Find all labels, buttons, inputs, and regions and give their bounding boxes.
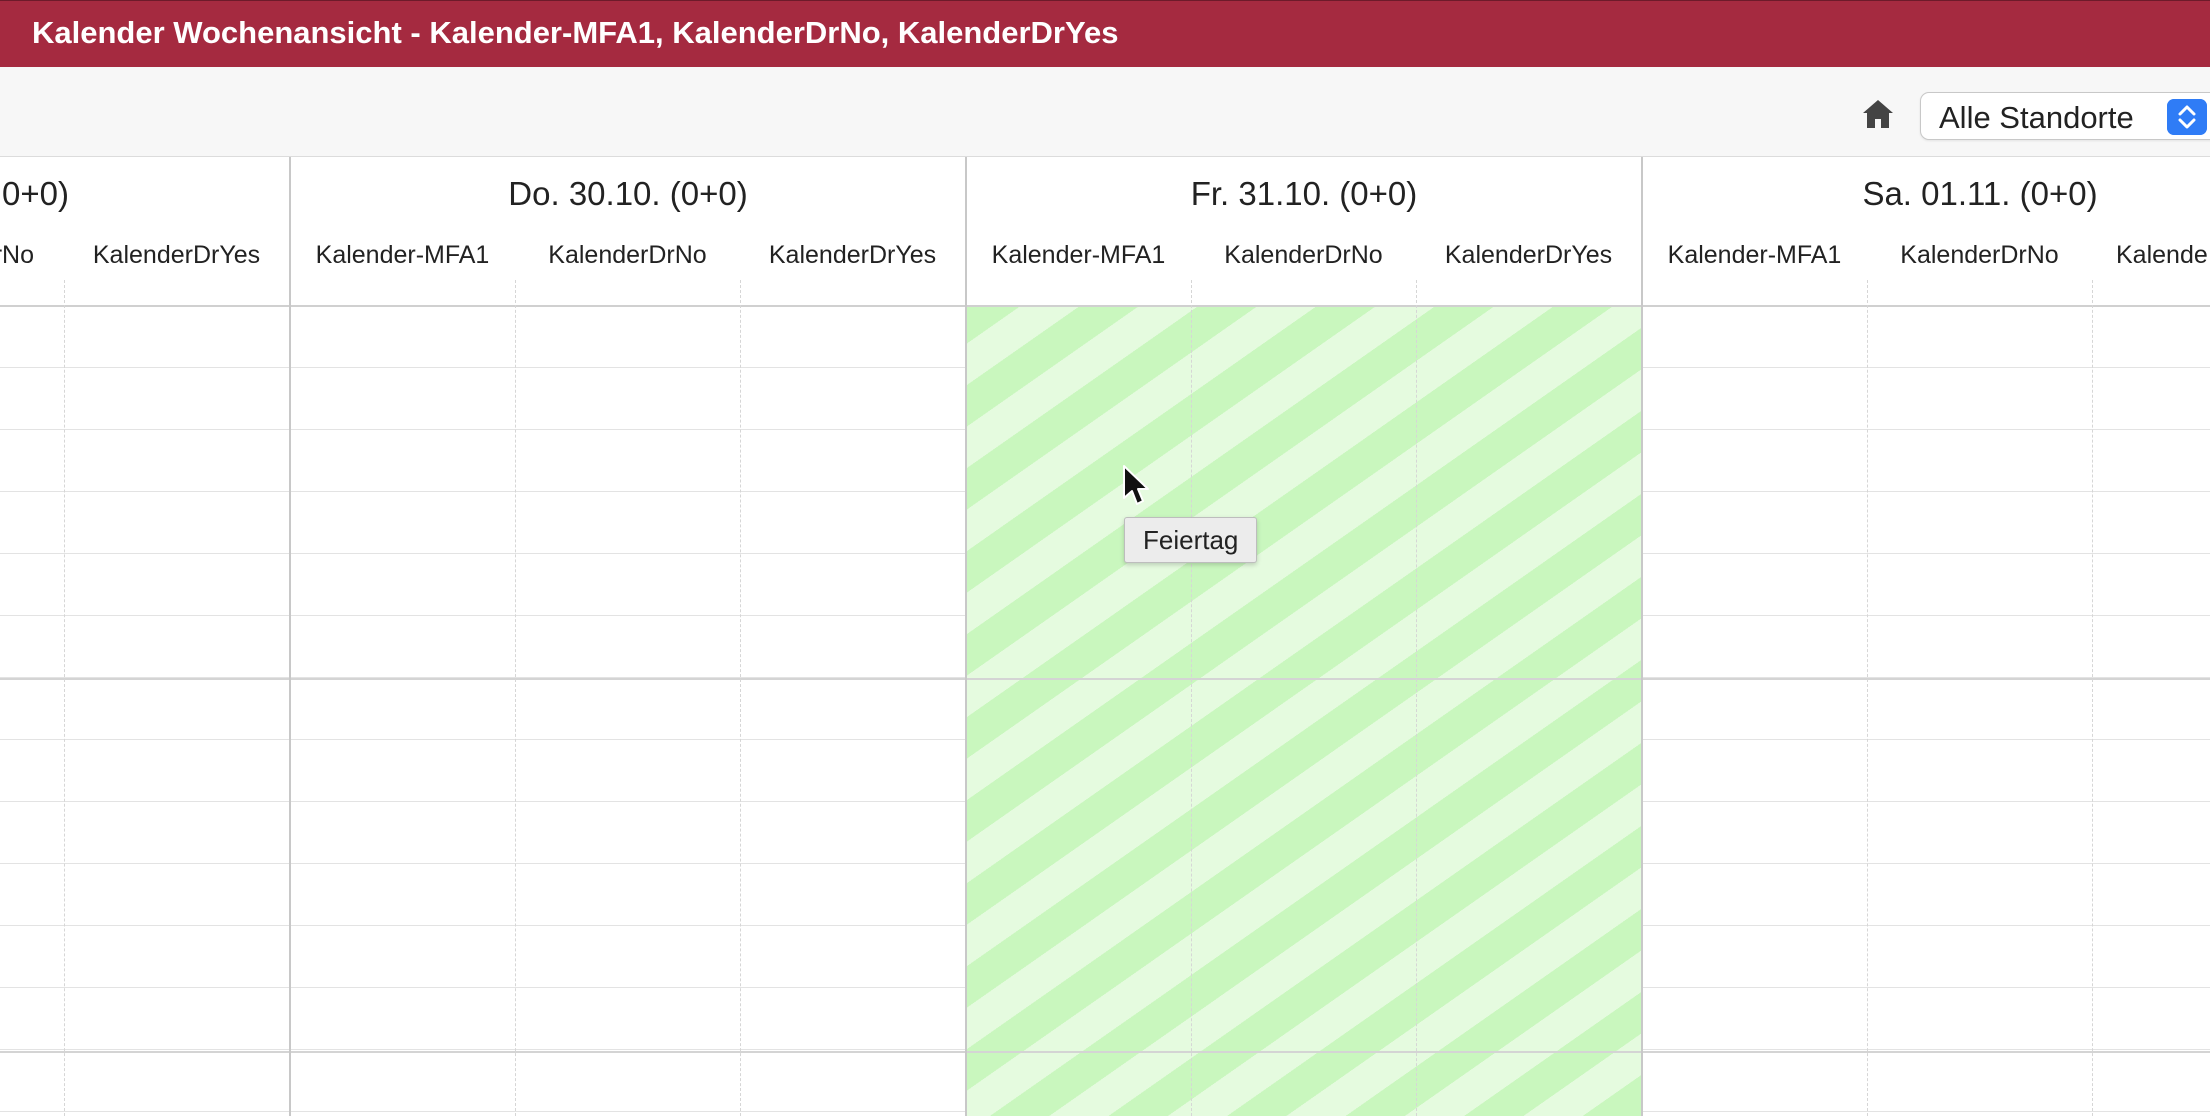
resource-divider [1191, 280, 1192, 1116]
resource-header[interactable]: KalenderDrNo [1867, 241, 2092, 270]
hour-line [0, 1051, 2210, 1053]
location-select[interactable]: Alle Standorte [1920, 92, 2210, 140]
resource-header[interactable]: KalenderDrYes [1416, 241, 1641, 270]
resource-header[interactable]: rNo [0, 241, 64, 270]
day-header[interactable]: Do. 30.10. (0+0) [290, 175, 966, 213]
resource-header[interactable]: Kalender-MFA1 [1642, 241, 1867, 270]
resource-divider [740, 280, 741, 1116]
resource-divider [515, 280, 516, 1116]
mouse-cursor-icon [1123, 465, 1149, 505]
holiday-tooltip: Feiertag [1124, 517, 1258, 563]
day-header[interactable]: Sa. 01.11. (0+0) [1642, 175, 2210, 213]
day-divider [1641, 157, 1643, 1116]
resource-header[interactable]: KalenderDrYes [740, 241, 965, 270]
resource-header[interactable]: KalenderDrNo [515, 241, 740, 270]
window-title-bar: Kalender Wochenansicht - Kalender-MFA1, … [0, 0, 2210, 67]
resource-header[interactable]: KalenderDrNo [1191, 241, 1416, 270]
resource-header[interactable]: KalenderDrYes [64, 241, 289, 270]
header-separator [0, 305, 2210, 307]
resource-header[interactable]: Kalender-MFA1 [966, 241, 1191, 270]
select-stepper-icon [2167, 99, 2207, 135]
calendar-week-view: 0+0) Do. 30.10. (0+0) Fr. 31.10. (0+0) S… [0, 157, 2210, 1116]
day-divider [965, 157, 967, 1116]
resource-header[interactable]: Kalender-MFA1 [290, 241, 515, 270]
day-header[interactable]: Fr. 31.10. (0+0) [966, 175, 1642, 213]
resource-divider [2092, 280, 2093, 1116]
day-divider [289, 157, 291, 1116]
resource-divider [1867, 280, 1868, 1116]
resource-header[interactable]: Kalende [2092, 241, 2210, 270]
hour-line [0, 678, 2210, 680]
resource-divider [1416, 280, 1417, 1116]
home-icon[interactable] [1860, 96, 1896, 132]
location-select-value: Alle Standorte [1939, 100, 2134, 135]
window-title: Kalender Wochenansicht - Kalender-MFA1, … [32, 15, 1119, 50]
resource-divider [64, 280, 65, 1116]
day-header[interactable]: 0+0) [0, 175, 69, 213]
holiday-area[interactable] [966, 306, 1642, 1116]
